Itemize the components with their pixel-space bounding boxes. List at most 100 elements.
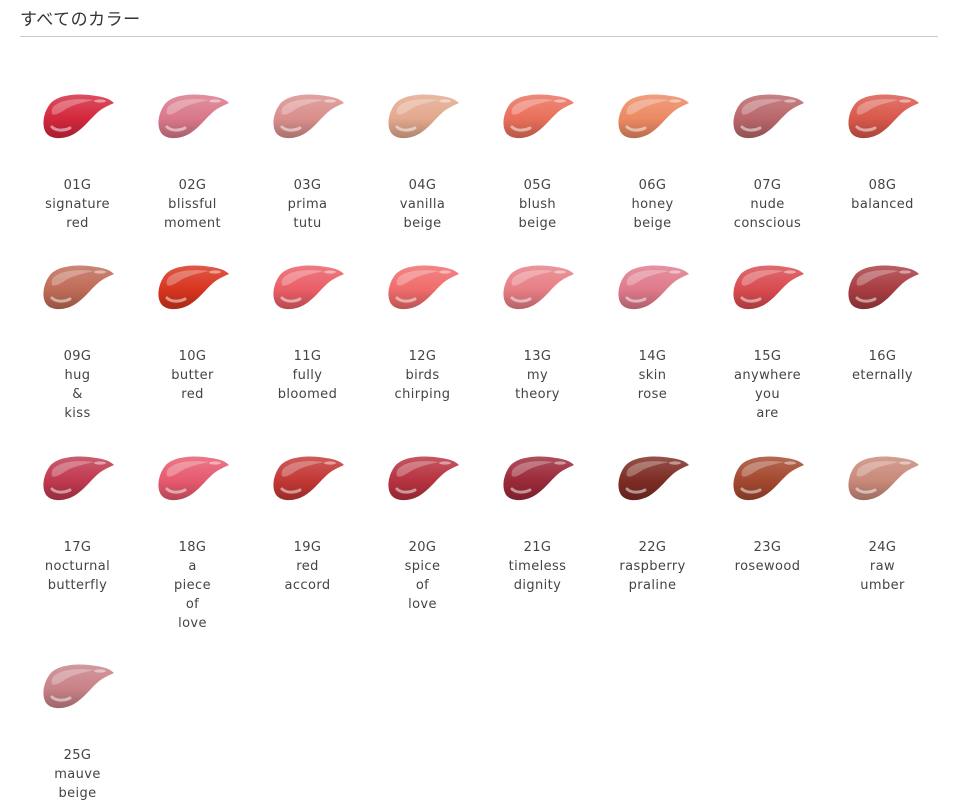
swatch-name-line: love bbox=[408, 597, 437, 612]
swatch-name-line: fully bbox=[292, 368, 323, 383]
swatch-name-line: red bbox=[66, 216, 89, 231]
swatch-code: 06G bbox=[638, 178, 667, 193]
swatch-label: 12G birds chirping bbox=[365, 347, 480, 404]
gloss-swatch-icon bbox=[157, 94, 229, 139]
swatch-name-line: accord bbox=[284, 578, 331, 593]
swatch-name-line: my bbox=[526, 368, 549, 383]
swatch-name-line: beige bbox=[403, 216, 442, 231]
swatch-label: 15G anywhere you are bbox=[710, 347, 825, 423]
gloss-swatch-icon bbox=[502, 265, 574, 310]
color-swatch-item[interactable]: 22G raspberry praline bbox=[595, 452, 710, 595]
swatch-name-line: skin bbox=[638, 368, 667, 383]
swatch-name-line: love bbox=[178, 616, 207, 631]
gloss-swatch-icon bbox=[272, 94, 344, 139]
swatch-code: 24G bbox=[868, 540, 897, 555]
color-swatch-item[interactable]: 23G rosewood bbox=[710, 452, 825, 576]
gloss-swatch-icon bbox=[42, 265, 114, 310]
swatch-label: 01G signature red bbox=[20, 176, 135, 233]
gloss-swatch-icon bbox=[847, 456, 919, 501]
swatch-code: 12G bbox=[408, 349, 437, 364]
color-swatch-item[interactable]: 02G blissful moment bbox=[135, 90, 250, 233]
gloss-swatch-icon bbox=[157, 456, 229, 501]
swatch-name-line: birds bbox=[405, 368, 440, 383]
color-swatch-item[interactable]: 01G signature red bbox=[20, 90, 135, 233]
gloss-swatch-icon bbox=[617, 456, 689, 501]
swatch-code: 14G bbox=[638, 349, 667, 364]
gloss-swatch-icon bbox=[502, 94, 574, 139]
swatch-name-line: mauve bbox=[54, 767, 101, 782]
color-swatch-item[interactable]: 06G honey beige bbox=[595, 90, 710, 233]
swatch-name-line: are bbox=[756, 406, 779, 421]
swatch-name-line: timeless bbox=[508, 559, 567, 574]
color-swatch-item[interactable]: 24G raw umber bbox=[825, 452, 940, 595]
color-swatch-item[interactable]: 20G spice of love bbox=[365, 452, 480, 614]
swatch-code: 02G bbox=[178, 178, 207, 193]
swatch-name-line: vanilla bbox=[399, 197, 446, 212]
swatch-name-line: hug bbox=[64, 368, 91, 383]
section-header: すべてのカラー bbox=[20, 6, 938, 37]
swatch-label: 19G red accord bbox=[250, 538, 365, 595]
swatch-code: 09G bbox=[63, 349, 92, 364]
color-swatch-item[interactable]: 19G red accord bbox=[250, 452, 365, 595]
gloss-swatch-icon bbox=[42, 456, 114, 501]
section-title: すべてのカラー bbox=[20, 10, 141, 30]
swatch-code: 18G bbox=[178, 540, 207, 555]
swatch-label: 18G a piece of love bbox=[135, 538, 250, 633]
swatch-name-line: theory bbox=[515, 387, 560, 402]
swatch-code: 01G bbox=[63, 178, 92, 193]
swatch-name-line: raw bbox=[869, 559, 896, 574]
color-swatch-item[interactable]: 25G mauve beige bbox=[20, 660, 135, 803]
swatch-code: 16G bbox=[868, 349, 897, 364]
swatch-code: 04G bbox=[408, 178, 437, 193]
swatch-name-line: a bbox=[188, 559, 197, 574]
swatch-name-line: tutu bbox=[293, 216, 322, 231]
color-swatch-item[interactable]: 15G anywhere you are bbox=[710, 261, 825, 423]
gloss-swatch-icon bbox=[847, 265, 919, 310]
swatch-name-line: nocturnal bbox=[44, 559, 111, 574]
swatch-label: 08G balanced bbox=[825, 176, 940, 214]
gloss-swatch-icon bbox=[387, 94, 459, 139]
color-swatch-item[interactable]: 13G my theory bbox=[480, 261, 595, 404]
swatch-label: 22G raspberry praline bbox=[595, 538, 710, 595]
swatch-name-line: of bbox=[415, 578, 430, 593]
swatch-code: 20G bbox=[408, 540, 437, 555]
swatch-name-line: chirping bbox=[394, 387, 451, 402]
color-swatch-item[interactable]: 18G a piece of love bbox=[135, 452, 250, 633]
swatch-label: 04G vanilla beige bbox=[365, 176, 480, 233]
swatch-name-line: moment bbox=[163, 216, 221, 231]
swatch-label: 21G timeless dignity bbox=[480, 538, 595, 595]
swatch-code: 15G bbox=[753, 349, 782, 364]
swatch-code: 08G bbox=[868, 178, 897, 193]
swatch-label: 13G my theory bbox=[480, 347, 595, 404]
swatch-name-line: you bbox=[754, 387, 781, 402]
swatch-name-line: dignity bbox=[513, 578, 562, 593]
color-swatch-item[interactable]: 04G vanilla beige bbox=[365, 90, 480, 233]
color-swatch-item[interactable]: 07G nude conscious bbox=[710, 90, 825, 233]
swatch-code: 07G bbox=[753, 178, 782, 193]
swatch-name-line: butter bbox=[171, 368, 214, 383]
swatch-name-line: rose bbox=[637, 387, 668, 402]
swatch-name-line: blush bbox=[518, 197, 557, 212]
gloss-swatch-icon bbox=[157, 265, 229, 310]
color-swatch-item[interactable]: 03G prima tutu bbox=[250, 90, 365, 233]
color-swatch-item[interactable]: 17G nocturnal butterfly bbox=[20, 452, 135, 595]
color-swatch-item[interactable]: 11G fully bloomed bbox=[250, 261, 365, 404]
color-swatch-item[interactable]: 05G blush beige bbox=[480, 90, 595, 233]
color-swatch-item[interactable]: 12G birds chirping bbox=[365, 261, 480, 404]
swatch-label: 02G blissful moment bbox=[135, 176, 250, 233]
swatch-name-line: umber bbox=[860, 578, 905, 593]
swatch-label: 09G hug & kiss bbox=[20, 347, 135, 423]
swatch-name-line: beige bbox=[58, 786, 97, 801]
color-swatch-item[interactable]: 10G butter red bbox=[135, 261, 250, 404]
color-swatch-item[interactable]: 16G eternally bbox=[825, 261, 940, 385]
color-swatch-item[interactable]: 09G hug & kiss bbox=[20, 261, 135, 423]
swatch-code: 17G bbox=[63, 540, 92, 555]
swatch-name-line: nude bbox=[750, 197, 785, 212]
gloss-swatch-icon bbox=[387, 456, 459, 501]
swatch-name-line: balanced bbox=[851, 197, 914, 212]
color-swatch-item[interactable]: 14G skin rose bbox=[595, 261, 710, 404]
color-swatch-item[interactable]: 08G balanced bbox=[825, 90, 940, 214]
swatch-label: 14G skin rose bbox=[595, 347, 710, 404]
swatch-code: 03G bbox=[293, 178, 322, 193]
color-swatch-item[interactable]: 21G timeless dignity bbox=[480, 452, 595, 595]
